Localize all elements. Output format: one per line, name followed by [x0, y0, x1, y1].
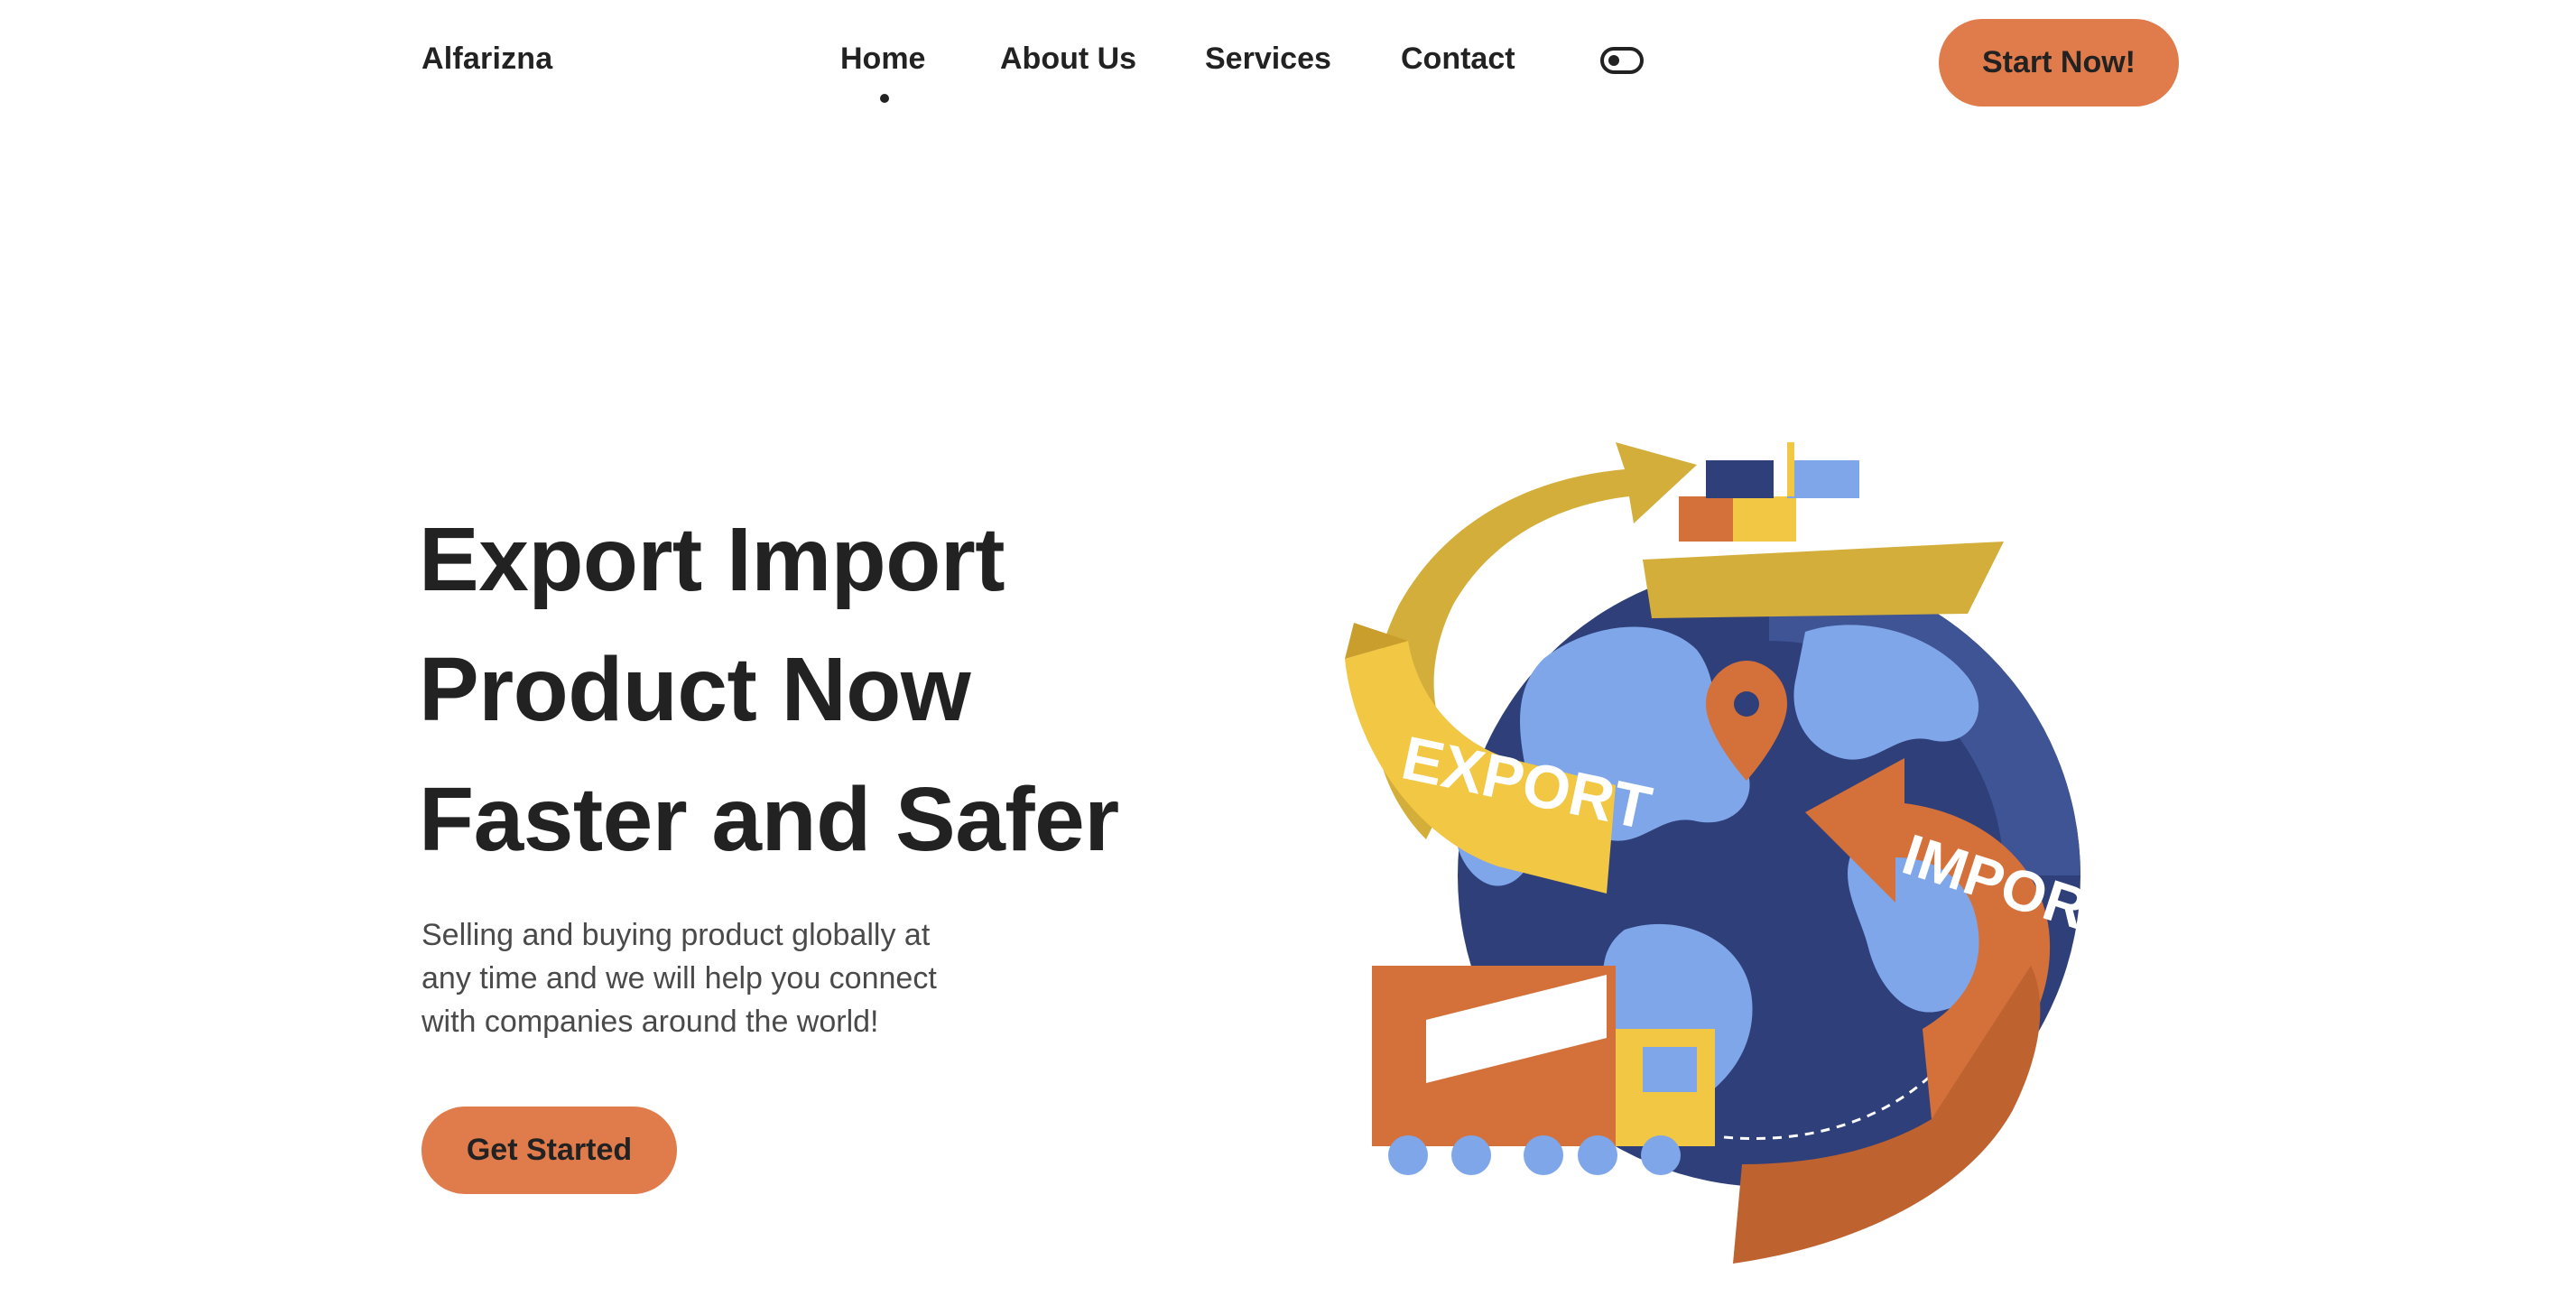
- location-pin-dot: [1734, 691, 1759, 717]
- hero-title: Export Import Product Now Faster and Saf…: [419, 495, 1231, 884]
- main-nav: Home About Us Services Contact: [0, 0, 2576, 126]
- ship-container: [1787, 460, 1859, 498]
- get-started-button[interactable]: Get Started: [422, 1107, 677, 1194]
- globe-shipping-illustration: EXPORT IMPORT: [1345, 442, 2112, 1264]
- nav-services[interactable]: Services: [1205, 42, 1331, 77]
- ship-container: [1706, 460, 1774, 498]
- ship-cabin: [1859, 469, 1932, 532]
- truck-wheel: [1641, 1135, 1681, 1175]
- ship-container: [1733, 496, 1796, 542]
- ship-container: [1679, 496, 1733, 542]
- hero-title-line: Product Now: [419, 639, 971, 740]
- hero-title-line: Faster and Safer: [419, 769, 1119, 870]
- cargo-ship-icon: [1643, 542, 2004, 618]
- hero-description-line: with companies around the world!: [422, 1005, 879, 1039]
- truck-wheel: [1578, 1135, 1617, 1175]
- truck-wheel: [1524, 1135, 1563, 1175]
- truck-wheel: [1388, 1135, 1428, 1175]
- toggle-knob: [1608, 55, 1619, 66]
- hero-description-line: any time and we will help you connect: [422, 961, 937, 996]
- nav-about-us[interactable]: About Us: [1000, 42, 1136, 77]
- hero-title-line: Export Import: [419, 509, 1005, 610]
- nav-active-indicator: [880, 94, 889, 103]
- hero-description-line: Selling and buying product globally at: [422, 918, 931, 952]
- nav-home[interactable]: Home: [840, 42, 925, 77]
- ship-crane: [1787, 442, 1794, 496]
- site-header: Alfarizna Home About Us Services Contact…: [0, 0, 2576, 126]
- hero-description: Selling and buying product globally at a…: [422, 913, 1035, 1043]
- truck-wheel: [1451, 1135, 1491, 1175]
- start-now-button[interactable]: Start Now!: [1939, 19, 2179, 106]
- theme-toggle-icon[interactable]: [1600, 47, 1644, 74]
- nav-contact[interactable]: Contact: [1401, 42, 1515, 77]
- truck-cab-window: [1643, 1047, 1697, 1092]
